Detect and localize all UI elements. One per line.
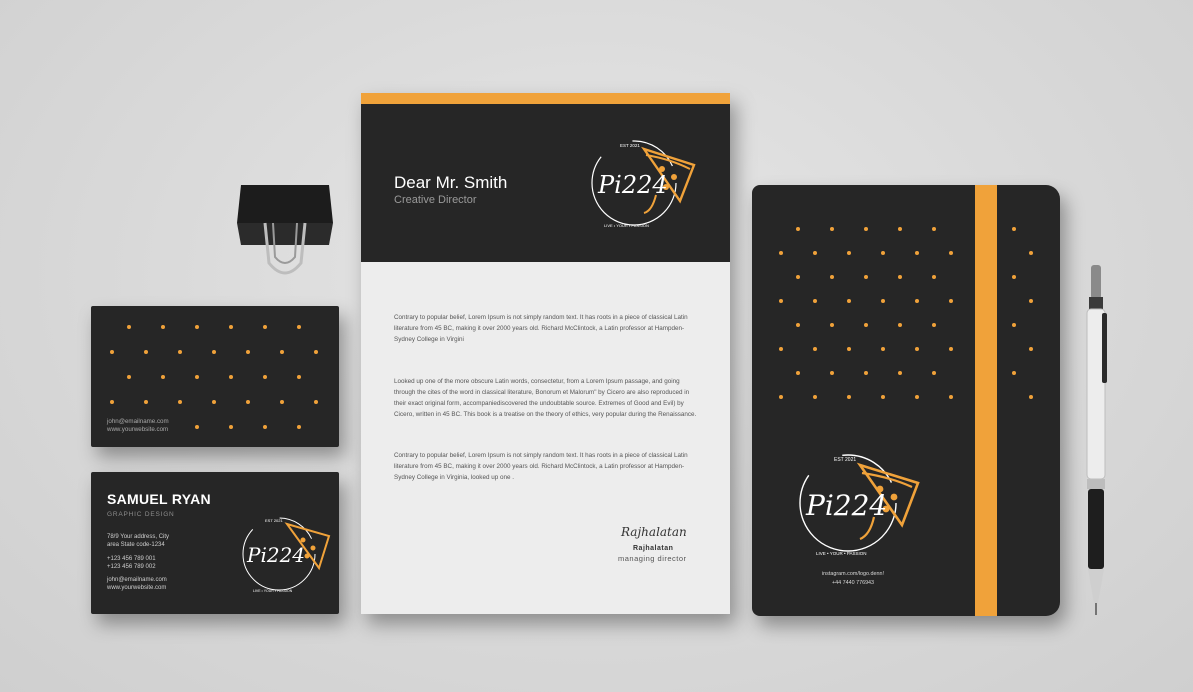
card-phone-1: +123 456 789 001 [107, 556, 156, 562]
card-email: john@emailname.com [107, 577, 167, 583]
card-logo-text: Pi224 [246, 543, 305, 567]
letter-greeting: Dear Mr. Smith [394, 173, 508, 192]
card-web: john@emailname.com www.yourwebsite.com [107, 576, 167, 592]
letter-paragraph-2: Looked up one of the more obscure Latin … [394, 378, 697, 418]
letter-paragraph-1: Contrary to popular belief, Lorem Ipsum … [394, 314, 688, 343]
pen [1086, 265, 1107, 615]
letterhead-brand-logo: Pi224 EST 2021 LIVE • YOUR • PASSION [591, 140, 696, 228]
notebook-logo-text: Pi224 [805, 489, 887, 522]
binder-clip [237, 185, 333, 275]
card-role: GRAPHIC DESIGN [107, 511, 175, 518]
card-website: www.yourwebsite.com [107, 585, 167, 591]
card-address-line2: area State code-1234 [107, 541, 165, 548]
notebook-logo-tagline: LIVE • YOUR • PASSION [816, 551, 867, 556]
business-card-front: SAMUEL RYAN GRAPHIC DESIGN 78/9 Your add… [91, 472, 339, 614]
notebook: Pi224 EST 2021 LIVE • YOUR • PASSION ins… [752, 185, 1060, 616]
signature-role: managing director [618, 554, 687, 563]
notebook-brand-logo: Pi224 EST 2021 LIVE • YOUR • PASSION [799, 454, 920, 556]
card-logo-est: EST 2021 [265, 518, 283, 523]
letter-title: Creative Director [394, 194, 477, 206]
card-phones: +123 456 789 001 +123 456 789 002 [107, 556, 156, 571]
letter-logo-text: Pi224 [597, 171, 668, 199]
notebook-instagram: instagram.com/logo.denn! [821, 571, 885, 577]
notebook-phone: +44 7440 776943 [831, 580, 875, 586]
card-address-line1: 78/9 Your address, City [107, 534, 170, 540]
card-brand-logo: Pi224 EST 2021 LIVE • YOUR • PASSION [242, 517, 331, 593]
letter-logo-est: EST 2021 [620, 143, 640, 148]
letter-logo-tagline: LIVE • YOUR • PASSION [604, 223, 649, 228]
card-logo-tagline: LIVE • YOUR • PASSION [253, 589, 293, 593]
business-card-back: john@emailname.com www.yourwebsite.com [91, 306, 339, 447]
letter-paragraph-3: Contrary to popular belief, Lorem Ipsum … [394, 452, 688, 481]
letterhead-accent-bar [361, 93, 730, 104]
signature: Rajhalatan [621, 525, 687, 539]
card-back-website: www.yourwebsite.com [107, 426, 169, 433]
notebook-logo-est: EST 2021 [834, 457, 856, 463]
card-back-email: john@emailname.com [107, 418, 169, 425]
signature-name: Rajhalatan [633, 545, 674, 552]
card-name: SAMUEL RYAN [107, 491, 211, 507]
card-phone-2: +123 456 789 002 [107, 563, 156, 570]
letterhead: Dear Mr. Smith Creative Director Pi224 E… [361, 93, 730, 614]
card-address: 78/9 Your address, City area State code-… [107, 534, 169, 549]
